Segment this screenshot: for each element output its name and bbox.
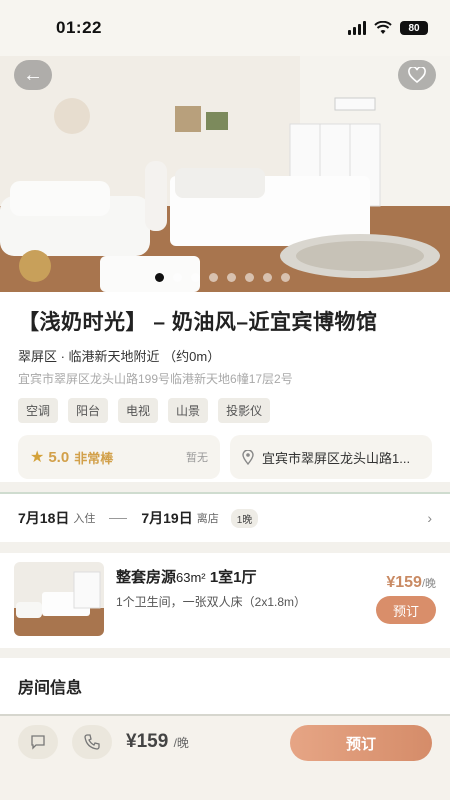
nights-badge: 1晚 — [230, 508, 259, 528]
amenity-tag: 投影仪 — [218, 398, 271, 423]
rating-label: 非常棒 — [74, 450, 114, 466]
listing-area: 翠屏区 · 临港新天地附近 （约0m） — [18, 349, 221, 364]
bottom-price-unit: /晚 — [173, 736, 189, 750]
bedroom-photo — [0, 56, 450, 292]
checkout-label: 离店 — [196, 513, 219, 525]
room-layout: 1室1厅 — [209, 569, 257, 586]
carousel-dot[interactable] — [173, 273, 182, 282]
bottom-price-value: ¥159 — [126, 731, 169, 752]
carousel-dot[interactable] — [263, 273, 272, 282]
room-price-unit: /晚 — [421, 578, 436, 590]
room-card[interactable]: 整套房源63m² 1室1厅 1个卫生间，一张双人床（2x1.8m） ¥159/晚… — [0, 553, 450, 648]
amenity-tag: 电视 — [118, 398, 159, 423]
room-info-section: 房间信息 — [0, 658, 450, 715]
wifi-icon — [374, 21, 392, 34]
star-icon: ★ — [30, 449, 45, 466]
carousel-dot[interactable] — [191, 273, 200, 282]
rating-score: 5.0 — [48, 448, 70, 466]
location-text: 宜宾市翠屏区龙头山路1... — [262, 450, 411, 466]
signal-icon — [348, 21, 366, 35]
carousel-dot[interactable] — [245, 273, 254, 282]
rating-card[interactable]: ★ 5.0 非常棒 暂无 — [18, 435, 220, 479]
heart-icon — [408, 67, 426, 83]
phone-icon — [84, 734, 100, 750]
date-selector[interactable]: 7月18日 入住 7月19日 离店 1晚 › — [0, 492, 450, 542]
checkin-label: 入住 — [73, 513, 96, 525]
carousel-dots — [155, 273, 290, 282]
bottom-bar: ¥159 /晚 预订 — [0, 714, 450, 800]
room-book-button[interactable]: 预订 — [376, 596, 436, 624]
room-body: 整套房源63m² 1室1厅 1个卫生间，一张双人床（2x1.8m） — [116, 562, 366, 639]
bottom-price: ¥159 /晚 — [126, 731, 189, 753]
checkin-date: 7月18日 — [18, 510, 70, 526]
status-time: 01:22 — [56, 18, 102, 37]
chat-button[interactable] — [18, 725, 58, 759]
listing-address: 宜宾市翠屏区龙头山路199号临港新天地6幢17层2号 — [18, 372, 293, 386]
info-cards: ★ 5.0 非常棒 暂无 宜宾市翠屏区龙头山路1... — [18, 435, 432, 479]
phone-button[interactable] — [72, 725, 112, 759]
listing-info: 【浅奶时光】 – 奶油风–近宜宾博物馆 翠屏区 · 临港新天地附近 （约0m） … — [0, 292, 450, 482]
hero-image[interactable]: ← — [0, 56, 450, 292]
listing-title: 【浅奶时光】 – 奶油风–近宜宾博物馆 — [18, 311, 378, 334]
carousel-dot[interactable] — [155, 273, 164, 282]
room-type: 整套房源 — [116, 569, 177, 586]
amenity-tag: 空调 — [18, 398, 59, 423]
date-separator — [109, 517, 128, 519]
location-card[interactable]: 宜宾市翠屏区龙头山路1... — [230, 435, 432, 479]
room-info-title: 房间信息 — [18, 680, 83, 697]
chevron-right-icon: › — [427, 510, 432, 526]
amenity-tag: 阳台 — [68, 398, 109, 423]
room-price: ¥159/晚 — [386, 574, 436, 592]
checkout-date: 7月19日 — [141, 510, 193, 526]
status-bar: 01:22 80 — [0, 0, 450, 56]
status-indicators: 80 — [348, 21, 428, 35]
battery-icon: 80 — [400, 21, 428, 35]
carousel-dot[interactable] — [281, 273, 290, 282]
amenity-tags: 空调 阳台 电视 山景 投影仪 — [18, 398, 432, 423]
arrow-left-icon: ← — [23, 63, 43, 86]
room-size: 63m² — [176, 570, 206, 585]
location-pin-icon — [242, 449, 254, 465]
room-name: 整套房源63m² 1室1厅 — [116, 566, 366, 587]
book-button[interactable]: 预订 — [290, 725, 432, 761]
room-price-value: ¥159 — [386, 574, 422, 591]
room-price-area: ¥159/晚 预订 — [366, 562, 436, 639]
amenity-tag: 山景 — [168, 398, 209, 423]
carousel-dot[interactable] — [209, 273, 218, 282]
favorite-button[interactable] — [398, 60, 436, 90]
room-thumbnail — [14, 562, 104, 636]
chat-icon — [31, 734, 45, 750]
review-count: 暂无 — [186, 452, 208, 464]
back-button[interactable]: ← — [14, 60, 52, 90]
carousel-dot[interactable] — [227, 273, 236, 282]
room-detail: 1个卫生间，一张双人床（2x1.8m） — [116, 595, 307, 609]
